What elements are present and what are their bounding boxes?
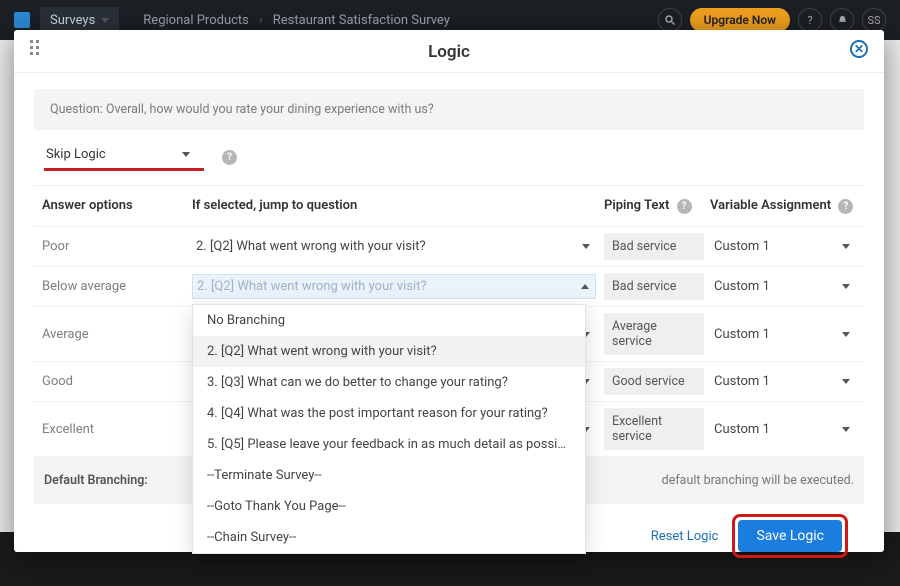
dropdown-option[interactable]: No Branching — [193, 305, 585, 336]
logic-modal: Logic ✕ Question: Overall, how would you… — [14, 30, 884, 552]
col-header-answer: Answer options — [42, 198, 192, 214]
variable-select[interactable]: Custom 1 — [710, 370, 856, 393]
col-header-piping: Piping Text ? — [604, 198, 710, 214]
dropdown-option[interactable]: --Chain Survey-- — [193, 522, 585, 553]
breadcrumb-current: Restaurant Satisfaction Survey — [273, 13, 450, 28]
reset-logic-link[interactable]: Reset Logic — [651, 529, 719, 544]
upgrade-button[interactable]: Upgrade Now — [690, 8, 790, 32]
nav-surveys-label: Surveys — [50, 13, 95, 28]
dropdown-option[interactable]: 4. [Q4] What was the post important reas… — [193, 398, 585, 429]
answer-label: Average — [42, 327, 192, 342]
variable-select[interactable]: Custom 1 — [710, 235, 856, 258]
jump-select[interactable]: 2. [Q2] What went wrong with your visit? — [192, 274, 596, 299]
default-branching-note: default branching will be executed. — [662, 473, 854, 488]
chevron-down-icon — [182, 152, 190, 157]
answer-label: Poor — [42, 239, 192, 254]
answer-label: Below average — [42, 279, 192, 294]
answer-label: Good — [42, 374, 192, 389]
dropdown-option[interactable]: 5. [Q5] Please leave your feedback in as… — [193, 429, 585, 460]
chevron-down-icon — [842, 332, 850, 337]
piping-text-input[interactable]: Good service — [604, 368, 704, 395]
answer-label: Excellent — [42, 422, 192, 437]
logic-type-select[interactable]: Skip Logic — [42, 144, 192, 167]
chevron-down-icon — [101, 18, 109, 23]
dropdown-option[interactable]: --Goto Thank You Page-- — [193, 491, 585, 522]
search-icon[interactable] — [658, 8, 682, 32]
help-icon[interactable]: ? — [677, 199, 692, 214]
jump-value: 2. [Q2] What went wrong with your visit? — [196, 239, 426, 254]
breadcrumb: Regional Products › Restaurant Satisfact… — [143, 13, 450, 28]
chevron-up-icon — [581, 284, 589, 289]
piping-text-input[interactable]: Excellent service — [604, 408, 704, 450]
modal-title: Logic — [30, 42, 868, 62]
col-header-variable: Variable Assignment ? — [710, 198, 856, 214]
logic-type-value: Skip Logic — [46, 147, 106, 162]
breadcrumb-parent[interactable]: Regional Products — [143, 13, 249, 28]
variable-select[interactable]: Custom 1 — [710, 418, 856, 441]
jump-dropdown-menu: No Branching2. [Q2] What went wrong with… — [192, 304, 586, 554]
save-highlight: Save Logic — [732, 514, 848, 558]
chevron-down-icon — [842, 427, 850, 432]
dropdown-option[interactable]: --Terminate Survey-- — [193, 460, 585, 491]
variable-select[interactable]: Custom 1 — [710, 323, 856, 346]
drag-handle-icon[interactable] — [30, 40, 42, 52]
chevron-down-icon — [842, 284, 850, 289]
variable-select[interactable]: Custom 1 — [710, 275, 856, 298]
chevron-down-icon — [582, 244, 590, 249]
jump-select[interactable]: 2. [Q2] What went wrong with your visit? — [192, 235, 596, 258]
piping-text-input[interactable]: Average service — [604, 313, 704, 355]
dropdown-option[interactable]: 3. [Q3] What can we do better to change … — [193, 367, 585, 398]
avatar[interactable]: SS — [862, 8, 886, 32]
app-logo — [14, 12, 30, 28]
table-row: Below average 2. [Q2] What went wrong wi… — [34, 267, 864, 307]
save-logic-button[interactable]: Save Logic — [738, 520, 842, 552]
question-text: Overall, how would you rate your dining … — [106, 102, 434, 117]
chevron-down-icon — [842, 244, 850, 249]
close-button[interactable]: ✕ — [850, 40, 868, 58]
help-icon[interactable]: ? — [222, 150, 237, 165]
table-row: Poor 2. [Q2] What went wrong with your v… — [34, 227, 864, 267]
piping-text-input[interactable]: Bad service — [604, 273, 704, 300]
help-icon[interactable]: ? — [838, 199, 853, 214]
piping-text-input[interactable]: Bad service — [604, 233, 704, 260]
highlight-underline — [44, 168, 204, 171]
dropdown-option[interactable]: 2. [Q2] What went wrong with your visit? — [193, 336, 585, 367]
col-header-jump: If selected, jump to question — [192, 198, 604, 214]
question-label: Question: — [50, 102, 103, 117]
chevron-right-icon: › — [259, 13, 263, 28]
question-banner: Question: Overall, how would you rate yo… — [34, 89, 864, 130]
chevron-down-icon — [842, 379, 850, 384]
table-header: Answer options If selected, jump to ques… — [34, 185, 864, 227]
default-branching-label: Default Branching: — [44, 473, 194, 488]
modal-header: Logic ✕ — [14, 30, 884, 73]
logic-table: Answer options If selected, jump to ques… — [34, 185, 864, 504]
bell-icon[interactable] — [830, 8, 854, 32]
help-icon[interactable]: ? — [798, 8, 822, 32]
jump-value: 2. [Q2] What went wrong with your visit? — [197, 279, 427, 294]
